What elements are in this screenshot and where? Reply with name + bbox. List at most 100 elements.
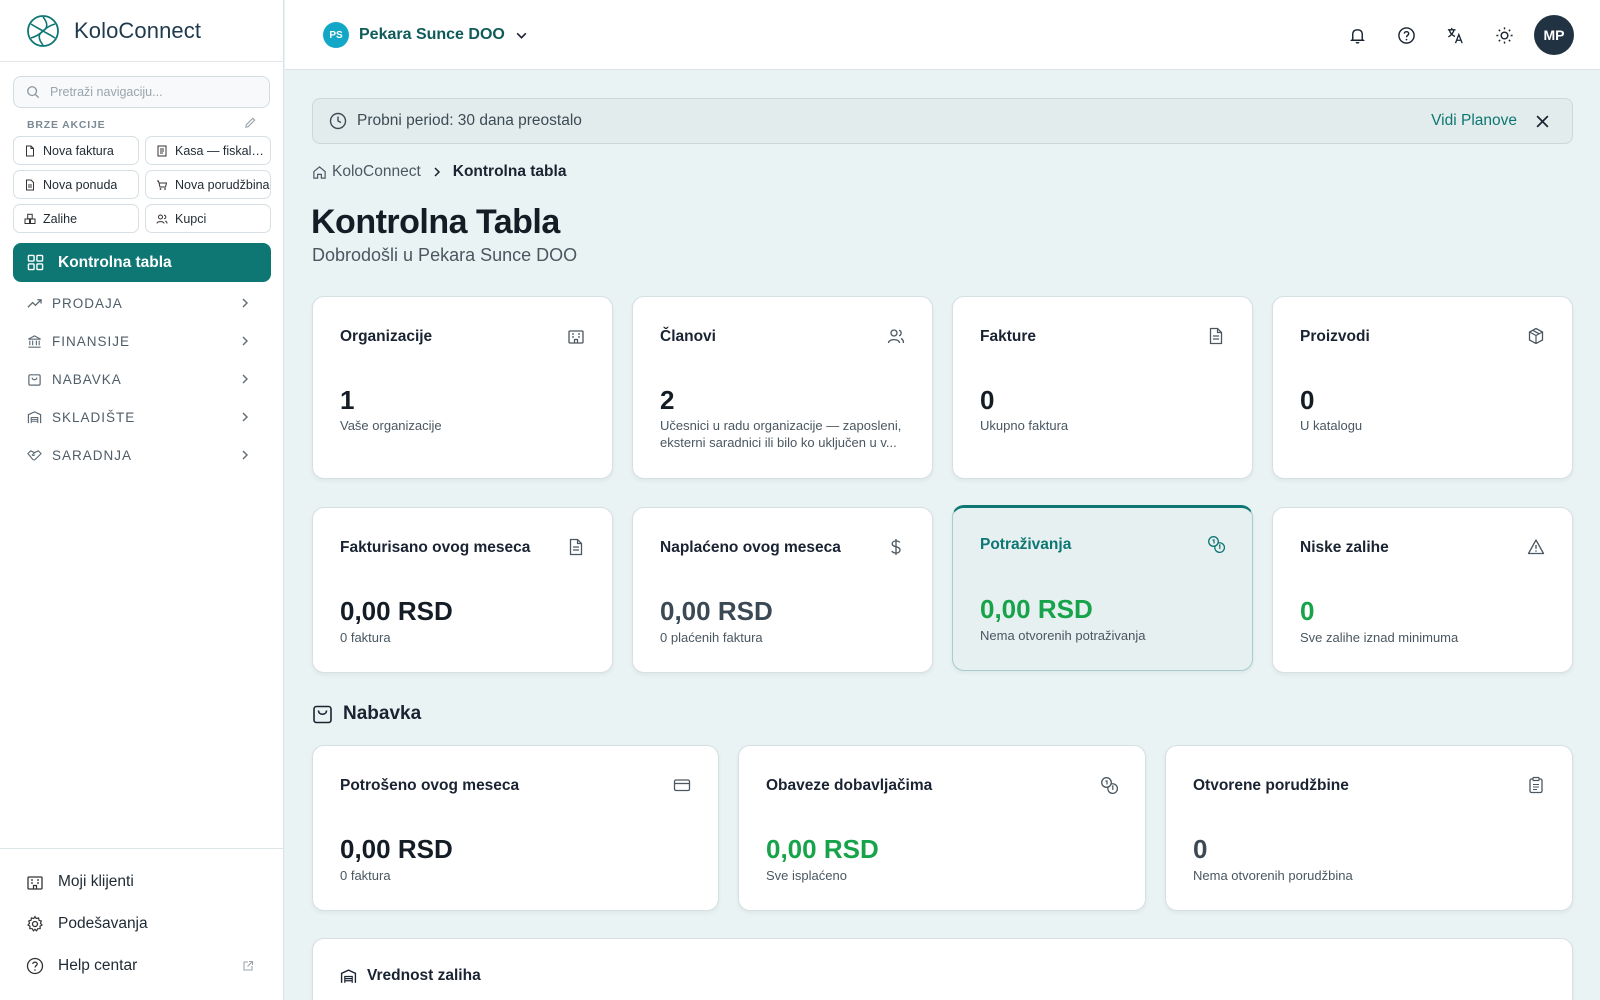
quick-action-label: Zalihe xyxy=(43,211,78,226)
stat-card-value: 0 xyxy=(980,385,995,415)
sidebar-link-label: Moji klijenti xyxy=(58,873,134,890)
sidebar-item-collaboration[interactable]: SARADNJA xyxy=(13,436,271,474)
sidebar-item-procurement[interactable]: NABAVKA xyxy=(13,360,271,398)
stat-card-low-stock[interactable]: Niske zalihe 0 Sve zalihe iznad minimuma xyxy=(1272,507,1573,673)
stat-card-products[interactable]: Proizvodi 0 U katalogu xyxy=(1272,296,1573,479)
stat-card-description: 0 faktura xyxy=(340,630,391,645)
sidebar: KoloConnect BRZE AKCIJE Nova faktura Kas… xyxy=(0,0,284,1000)
chevron-right-icon xyxy=(242,412,248,422)
quick-action-inventory[interactable]: Zalihe xyxy=(13,204,139,233)
quick-action-new-quote[interactable]: Nova ponuda xyxy=(13,170,139,199)
stat-card-description: U katalogu xyxy=(1300,418,1363,433)
brand[interactable]: KoloConnect xyxy=(0,0,283,62)
sidebar-item-label: Kontrolna tabla xyxy=(58,253,172,271)
sidebar-link-settings[interactable]: Podešavanja xyxy=(0,903,284,945)
sidebar-link-my-clients[interactable]: Moji klijenti xyxy=(0,861,284,903)
notifications-button[interactable] xyxy=(1337,15,1377,55)
external-link-icon xyxy=(243,960,254,971)
stat-card-title: Naplaćeno ovog meseca xyxy=(660,539,841,556)
coins-icon xyxy=(1101,777,1118,794)
stat-card-open-orders[interactable]: Otvorene porudžbine 0 Nema otvorenih por… xyxy=(1165,745,1573,911)
sidebar-item-label: NABAVKA xyxy=(52,371,122,387)
quick-action-customers[interactable]: Kupci xyxy=(145,204,271,233)
stat-card-title: Fakturisano ovog meseca xyxy=(340,539,531,556)
stat-card-value: 0,00 RSD xyxy=(766,834,879,864)
stat-card-title: Fakture xyxy=(980,328,1036,345)
org-name: Pekara Sunce DOO xyxy=(359,26,505,43)
stat-card-receivables[interactable]: Potraživanja 0,00 RSD Nema otvorenih pot… xyxy=(952,505,1253,671)
sun-icon xyxy=(1495,26,1513,44)
package-icon xyxy=(1528,327,1544,345)
stat-card-members[interactable]: Članovi 2 Učesnici u radu organizacije —… xyxy=(632,296,933,479)
shopping-bag-icon xyxy=(313,705,332,723)
stat-card-organizations[interactable]: Organizacije 1 Vaše organizacije xyxy=(312,296,613,479)
stat-card-title: Članovi xyxy=(660,328,716,345)
nav-search[interactable] xyxy=(13,76,270,108)
bank-icon xyxy=(28,334,41,348)
close-icon[interactable] xyxy=(1535,114,1550,129)
building-icon xyxy=(568,330,584,344)
stat-card-description: Ukupno faktura xyxy=(980,418,1069,433)
breadcrumb-root[interactable]: KoloConnect xyxy=(332,163,421,181)
stat-card-supplier-liabilities[interactable]: Obaveze dobavljačima 0,00 RSD Sve isplać… xyxy=(738,745,1146,911)
organization-switcher[interactable]: PS Pekara Sunce DOO xyxy=(323,22,528,48)
stat-card-invoices[interactable]: Fakture 0 Ukupno faktura xyxy=(952,296,1253,479)
chevron-down-icon xyxy=(516,32,527,39)
quick-action-label: Nova faktura xyxy=(43,143,114,158)
inventory-value-title: Vrednost zaliha xyxy=(367,967,481,984)
chevron-right-icon xyxy=(242,336,248,346)
inventory-value-header: Vrednost zaliha xyxy=(340,967,481,985)
stat-card-collected-this-month[interactable]: Naplaćeno ovog meseca 0,00 RSD 0 plaćeni… xyxy=(632,507,933,673)
nav-search-input[interactable] xyxy=(50,85,250,99)
building-icon xyxy=(27,876,43,890)
stat-card-value: 0,00 RSD xyxy=(980,594,1093,624)
gear-icon xyxy=(27,915,43,932)
sidebar-link-label: Podešavanja xyxy=(58,915,148,932)
page-title: Kontrolna Tabla xyxy=(311,203,560,241)
quick-action-new-order[interactable]: Nova porudžbina xyxy=(145,170,271,199)
chevron-right-icon xyxy=(242,374,248,384)
stat-card-invoiced-this-month[interactable]: Fakturisano ovog meseca 0,00 RSD 0 faktu… xyxy=(312,507,613,673)
inventory-value-card[interactable]: Vrednost zaliha xyxy=(312,938,1573,1000)
dashboard-icon xyxy=(27,254,44,271)
stat-card-description: Nema otvorenih potraživanja xyxy=(980,628,1146,643)
stat-card-description: 0 faktura xyxy=(340,868,391,883)
sidebar-item-label: PRODAJA xyxy=(52,295,123,311)
file-icon xyxy=(26,145,34,156)
receipt-icon xyxy=(157,145,167,156)
language-button[interactable] xyxy=(1435,15,1475,55)
stat-card-value: 0 xyxy=(1300,385,1315,415)
sidebar-item-finance[interactable]: FINANSIJE xyxy=(13,322,271,360)
help-icon xyxy=(1397,26,1415,44)
topbar-actions: MP xyxy=(1328,15,1574,55)
file-text-icon xyxy=(1209,327,1223,345)
view-plans-link[interactable]: Vidi Planove xyxy=(1431,112,1517,130)
topbar: PS Pekara Sunce DOO MP xyxy=(285,0,1600,70)
help-button[interactable] xyxy=(1386,15,1426,55)
edit-quick-actions[interactable] xyxy=(244,116,257,134)
cart-icon xyxy=(157,180,168,190)
quick-actions-header: BRZE AKCIJE xyxy=(27,116,257,134)
sidebar-item-label: SARADNJA xyxy=(52,447,133,463)
home-icon xyxy=(313,165,326,179)
quick-action-new-invoice[interactable]: Nova faktura xyxy=(13,136,139,165)
quick-action-pos[interactable]: Kasa — fiskalni račun xyxy=(145,136,271,165)
sidebar-sections: PRODAJA FINANSIJE NABAVKA SKLADIŠTE SARA… xyxy=(13,284,271,474)
stat-card-title: Niske zalihe xyxy=(1300,539,1389,556)
trial-banner: Probni period: 30 dana preostalo Vidi Pl… xyxy=(312,98,1573,144)
app-name: KoloConnect xyxy=(74,17,202,43)
warehouse-icon xyxy=(27,410,42,423)
warehouse-icon xyxy=(340,968,357,983)
sidebar-item-warehouse[interactable]: SKLADIŠTE xyxy=(13,398,271,436)
koloconnect-logo-icon xyxy=(27,14,59,47)
theme-toggle[interactable] xyxy=(1484,15,1524,55)
stat-card-spent-this-month[interactable]: Potrošeno ovog meseca 0,00 RSD 0 faktura xyxy=(312,745,719,911)
sidebar-item-sales[interactable]: PRODAJA xyxy=(13,284,271,322)
stat-card-description: Nema otvorenih porudžbina xyxy=(1193,868,1353,883)
stat-card-title: Otvorene porudžbine xyxy=(1193,777,1349,794)
sidebar-item-dashboard[interactable]: Kontrolna tabla xyxy=(13,243,271,282)
stat-card-title: Potraživanja xyxy=(980,536,1072,553)
user-avatar[interactable]: MP xyxy=(1534,15,1574,55)
stat-card-description: Sve isplaćeno xyxy=(766,868,847,883)
sidebar-link-help-center[interactable]: Help centar xyxy=(0,945,284,987)
